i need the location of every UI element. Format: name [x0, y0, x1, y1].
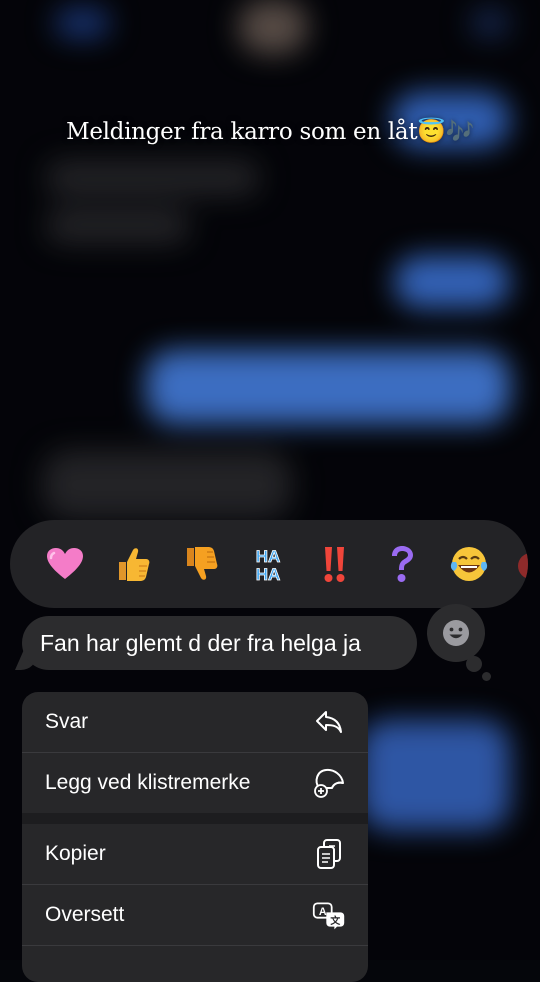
- reaction-bar: HA HA: [10, 520, 528, 608]
- copy-icon: [312, 837, 346, 871]
- menu-item-copy[interactable]: Kopier: [22, 824, 368, 884]
- menu-item-label: Oversett: [45, 903, 125, 926]
- overlay-caption: Meldinger fra karro som en låt😇🎶: [66, 119, 474, 145]
- svg-text:A: A: [319, 906, 327, 918]
- context-menu: Svar Legg ved klistremerke Kopier Overse…: [22, 692, 368, 982]
- svg-text:HA: HA: [256, 547, 281, 566]
- menu-section-gap: [22, 813, 368, 824]
- picker-thought-dot: [482, 672, 491, 681]
- menu-divider: [22, 945, 368, 946]
- menu-item-translate[interactable]: Oversett A 文: [22, 885, 368, 945]
- more-reactions-partial-icon[interactable]: [508, 542, 528, 586]
- reply-icon: [312, 705, 346, 739]
- laughing-tears-icon[interactable]: [447, 542, 491, 586]
- thumbs-up-icon[interactable]: [111, 542, 155, 586]
- haha-icon[interactable]: HA HA: [246, 542, 290, 586]
- heart-icon[interactable]: [43, 542, 87, 586]
- message-text: Fan har glemt d der fra helga ja: [40, 629, 361, 656]
- menu-item-label: Kopier: [45, 842, 106, 865]
- menu-item-reply[interactable]: Svar: [22, 692, 368, 752]
- selected-message-bubble[interactable]: Fan har glemt d der fra helga ja: [22, 616, 417, 670]
- menu-item-label: Svar: [45, 710, 89, 733]
- svg-text:HA: HA: [256, 565, 281, 584]
- add-sticker-icon: [312, 766, 346, 800]
- double-exclamation-icon[interactable]: [313, 542, 357, 586]
- smiley-icon: [443, 620, 469, 646]
- menu-item-label: Legg ved klistremerke: [45, 771, 251, 794]
- translate-icon: A 文: [312, 898, 346, 932]
- svg-text:文: 文: [330, 914, 340, 927]
- emoji-picker-button[interactable]: [427, 604, 485, 662]
- question-icon[interactable]: [380, 542, 424, 586]
- thumbs-down-icon[interactable]: [179, 542, 223, 586]
- menu-item-add-sticker[interactable]: Legg ved klistremerke: [22, 753, 368, 813]
